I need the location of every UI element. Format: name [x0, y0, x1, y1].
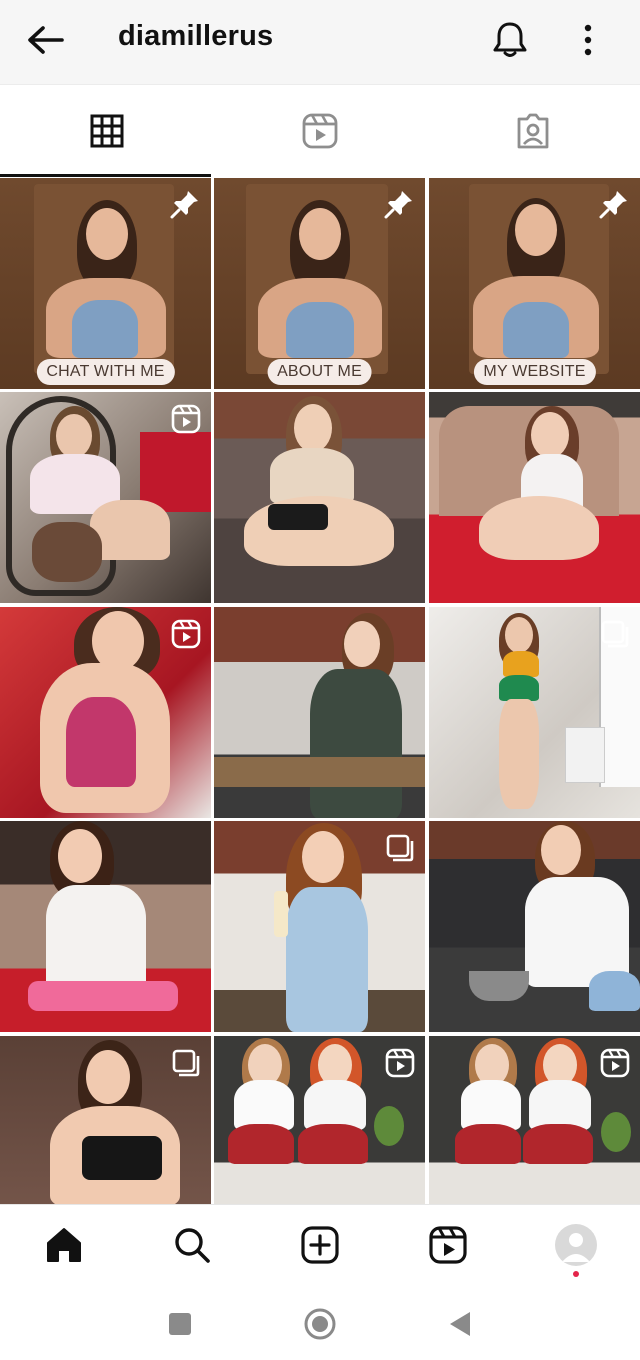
reel-badge-icon	[171, 404, 201, 434]
back-button[interactable]	[24, 22, 68, 58]
triangle-back-icon	[450, 1312, 470, 1336]
bottom-navigation	[0, 1204, 640, 1284]
tab-tagged[interactable]	[426, 85, 639, 177]
post-thumbnail[interactable]	[214, 607, 425, 818]
more-options-button[interactable]	[570, 20, 606, 60]
highlight-label: ABOUT ME	[267, 359, 372, 385]
square-icon	[169, 1313, 191, 1335]
profile-tabs	[0, 84, 640, 177]
notifications-button[interactable]	[488, 18, 532, 62]
post-thumbnail[interactable]	[0, 821, 211, 1032]
more-vertical-icon	[584, 24, 592, 56]
pin-icon	[169, 188, 201, 220]
reel-badge-icon	[600, 1048, 630, 1078]
post-thumbnail[interactable]	[0, 1036, 211, 1204]
post-thumbnail[interactable]	[214, 392, 425, 603]
post-thumbnail[interactable]	[429, 607, 640, 818]
nav-profile[interactable]	[554, 1223, 598, 1267]
post-thumbnail[interactable]	[429, 392, 640, 603]
tagged-icon	[517, 113, 548, 149]
highlight-label: MY WEBSITE	[473, 359, 596, 385]
carousel-icon	[600, 619, 630, 649]
tab-grid[interactable]	[0, 85, 213, 177]
system-back-button[interactable]	[440, 1304, 480, 1344]
carousel-icon	[171, 1048, 201, 1078]
system-navigation	[0, 1284, 640, 1360]
nav-reels[interactable]	[426, 1223, 470, 1267]
pin-icon	[383, 188, 415, 220]
arrow-left-icon	[28, 26, 64, 54]
profile-header: diamillerus	[0, 0, 640, 84]
tab-reels[interactable]	[213, 85, 426, 177]
reel-badge-icon	[385, 1048, 415, 1078]
post-thumbnail[interactable]	[429, 821, 640, 1032]
nav-search[interactable]	[170, 1223, 214, 1267]
search-icon	[175, 1228, 210, 1263]
post-thumbnail[interactable]	[214, 821, 425, 1032]
carousel-icon	[385, 833, 415, 863]
posts-grid: CHAT WITH ME ABOUT ME MY WEBSITE	[0, 178, 640, 1204]
nav-home[interactable]	[42, 1223, 86, 1267]
home-icon	[47, 1228, 81, 1262]
nav-create[interactable]	[298, 1223, 342, 1267]
pinned-post-website[interactable]: MY WEBSITE	[429, 178, 640, 389]
add-post-icon	[301, 1226, 339, 1264]
bell-icon	[493, 22, 527, 57]
pinned-post-chat[interactable]: CHAT WITH ME	[0, 178, 211, 389]
pin-icon	[598, 188, 630, 220]
reel-badge-icon	[171, 619, 201, 649]
profile-notification-dot	[573, 1271, 579, 1277]
highlight-label: CHAT WITH ME	[36, 359, 175, 385]
system-recents-button[interactable]	[160, 1304, 200, 1344]
circle-icon	[304, 1308, 336, 1340]
post-thumbnail[interactable]	[0, 392, 211, 603]
profile-username: diamillerus	[118, 20, 274, 52]
pinned-post-about[interactable]: ABOUT ME	[214, 178, 425, 389]
profile-avatar-icon	[555, 1224, 597, 1266]
post-thumbnail[interactable]	[0, 607, 211, 818]
post-thumbnail[interactable]	[429, 1036, 640, 1204]
post-thumbnail[interactable]	[214, 1036, 425, 1204]
system-home-button[interactable]	[300, 1304, 340, 1344]
reels-icon	[302, 113, 337, 149]
grid-icon	[90, 114, 123, 148]
reels-icon	[429, 1226, 467, 1264]
